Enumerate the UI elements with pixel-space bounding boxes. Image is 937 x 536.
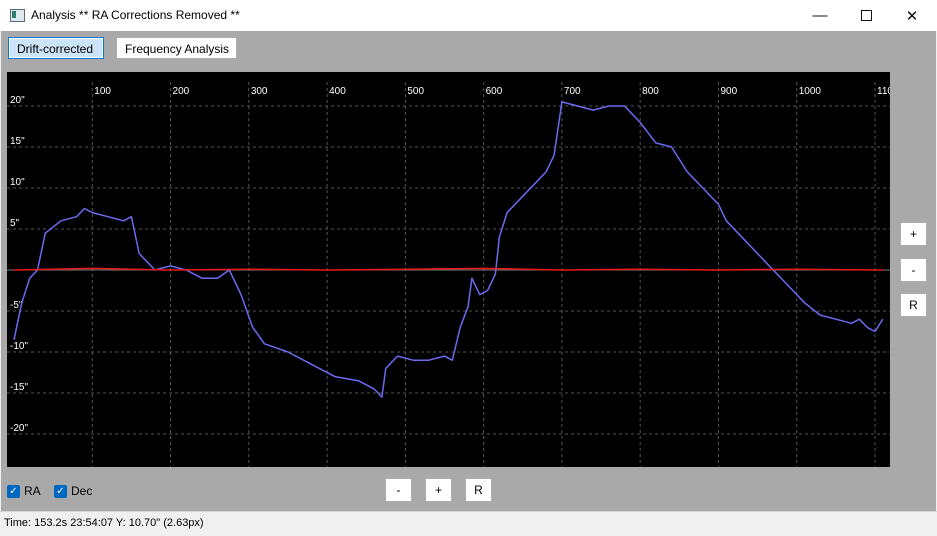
graph-svg: 100 200 300 400 500 600 700 800 900 1000 1100 20" 15… (7, 82, 890, 467)
ra-checkbox-label: RA (24, 484, 41, 498)
x-tick-label: 900 (720, 86, 737, 97)
horizontal-reset-button[interactable]: R (465, 478, 492, 502)
tab-drift-corrected[interactable]: Drift-corrected (8, 37, 104, 59)
maximize-icon (860, 10, 872, 21)
close-button[interactable]: ✕ (889, 0, 935, 31)
ra-checkbox[interactable]: ✓ RA (7, 484, 41, 498)
y-tick-label: -15" (10, 382, 28, 393)
minimize-button[interactable]: — (797, 0, 843, 31)
checkmark-icon: ✓ (7, 484, 20, 498)
vertical-reset-button[interactable]: R (900, 293, 927, 317)
horizontal-zoom-in-button[interactable]: + (425, 478, 452, 502)
y-tick-label: 20" (10, 95, 25, 106)
y-tick-label: 5" (10, 218, 20, 229)
x-tick-label: 600 (486, 86, 503, 97)
x-tick-label: 300 (251, 86, 268, 97)
dec-checkbox-label: Dec (71, 484, 93, 498)
title-bar: Analysis ** RA Corrections Removed ** — … (0, 0, 937, 31)
y-tick-label: -10" (10, 341, 28, 352)
x-tick-label: 800 (642, 86, 659, 97)
vertical-zoom-in-button[interactable]: + (900, 222, 927, 246)
x-tick-label: 400 (329, 86, 346, 97)
guiding-graph[interactable]: 100 200 300 400 500 600 700 800 900 1000 1100 20" 15… (7, 72, 890, 467)
app-icon (10, 9, 25, 22)
window-title: Analysis ** RA Corrections Removed ** (31, 8, 240, 22)
checkmark-icon: ✓ (54, 484, 67, 498)
maximize-button[interactable] (843, 0, 889, 31)
vertical-zoom-out-button[interactable]: - (900, 258, 927, 282)
analysis-panel: Drift-corrected Frequency Analysis 100 20… (1, 31, 936, 511)
x-tick-label: 500 (407, 86, 424, 97)
close-icon: ✕ (905, 7, 919, 25)
dec-checkbox[interactable]: ✓ Dec (54, 484, 92, 498)
x-tick-label: 100 (94, 86, 111, 97)
x-tick-label: 200 (173, 86, 190, 97)
tab-frequency-analysis[interactable]: Frequency Analysis (116, 37, 237, 59)
series-line-ra (13, 101, 884, 398)
status-bar: Time: 153.2s 23:54:07 Y: 10.70" (2.63px) (0, 511, 937, 536)
x-tick-label: 1100 (877, 86, 890, 97)
status-text: Time: 153.2s 23:54:07 Y: 10.70" (2.63px) (4, 517, 204, 529)
y-tick-label: 15" (10, 136, 25, 147)
horizontal-zoom-out-button[interactable]: - (385, 478, 412, 502)
y-tick-label: 10" (10, 177, 25, 188)
x-tick-label: 700 (564, 86, 581, 97)
y-tick-label: -20" (10, 423, 28, 434)
x-tick-label: 1000 (799, 86, 822, 97)
minimize-icon: — (812, 7, 828, 24)
